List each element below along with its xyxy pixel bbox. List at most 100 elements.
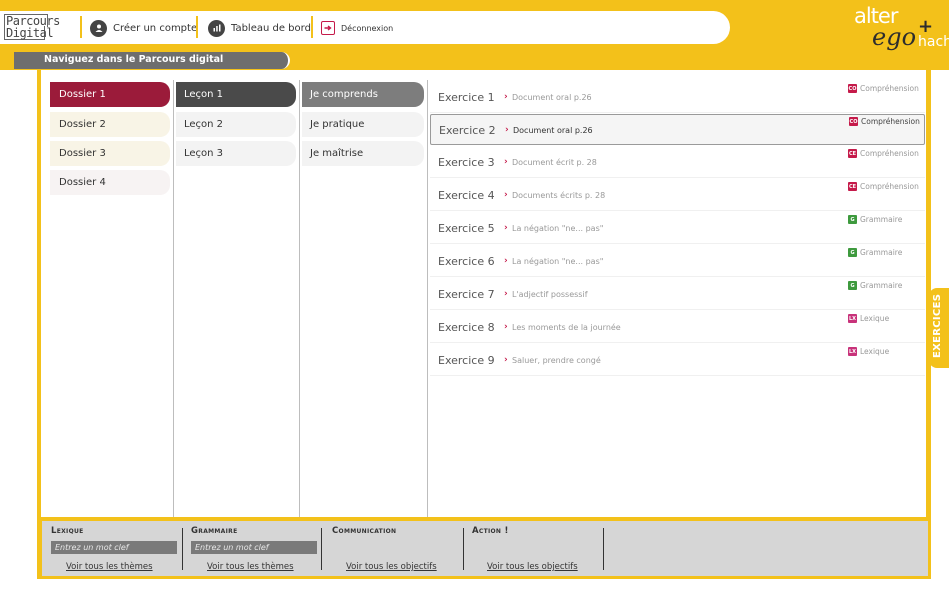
dossier-item-3[interactable]: Dossier 3 xyxy=(50,141,170,166)
niveau-item-je-maitrise[interactable]: Je maîtrise xyxy=(302,141,424,166)
brand-publisher: hachette xyxy=(918,34,949,50)
exercise-title: Document écrit p. 28 xyxy=(512,158,597,167)
dashboard-button[interactable]: Tableau de bord xyxy=(208,18,311,38)
exercise-row-2[interactable]: Exercice 2 › Document oral p.26 CO Compré… xyxy=(430,114,925,145)
grammaire-search-input[interactable] xyxy=(191,541,317,554)
exercise-category-label: Compréhension xyxy=(861,117,920,126)
section-divider xyxy=(603,528,604,570)
niveau-label: Je maîtrise xyxy=(310,148,364,159)
exercise-category-label: Lexique xyxy=(860,347,890,356)
lecon-label: Leçon 3 xyxy=(184,148,224,159)
comprehension-icon: CE xyxy=(848,182,857,191)
exercise-category-label: Compréhension xyxy=(860,84,919,93)
communication-title: Communication xyxy=(332,526,397,536)
exercise-row-1[interactable]: Exercice 1 › Document oral p.26 CO Compré… xyxy=(430,82,925,113)
nav-separator xyxy=(311,16,313,38)
exercise-row-5[interactable]: Exercice 5 › La négation "ne... pas" G Gr… xyxy=(430,213,925,244)
exercise-row-6[interactable]: Exercice 6 › La négation "ne... pas" G Gr… xyxy=(430,246,925,277)
communication-objectives-link[interactable]: Voir tous les objectifs xyxy=(346,562,437,572)
exercise-row-7[interactable]: Exercice 7 › L'adjectif possessif G Gramm… xyxy=(430,279,925,310)
lexique-title: Lexique xyxy=(51,526,84,536)
exercise-row-4[interactable]: Exercice 4 › Documents écrits p. 28 CE Co… xyxy=(430,180,925,211)
create-account-button[interactable]: Créer un compte xyxy=(90,18,197,38)
exercise-category-label: Grammaire xyxy=(860,248,903,257)
niveau-label: Je pratique xyxy=(310,119,365,130)
exercise-category: CO Compréhension xyxy=(848,84,919,93)
exercise-title: Saluer, prendre congé xyxy=(512,356,601,365)
column-divider xyxy=(173,80,174,520)
user-icon xyxy=(90,19,107,37)
niveau-item-je-comprends[interactable]: Je comprends xyxy=(302,82,424,107)
exercise-category: LX Lexique xyxy=(848,314,889,323)
exercise-category-label: Lexique xyxy=(860,314,890,323)
nav-separator xyxy=(196,16,198,38)
lecon-label: Leçon 1 xyxy=(184,89,224,100)
nav-separator xyxy=(80,16,82,38)
lecon-item-2[interactable]: Leçon 2 xyxy=(176,112,296,137)
dashboard-icon xyxy=(208,19,225,37)
exercise-row-9[interactable]: Exercice 9 › Saluer, prendre congé LX Lex… xyxy=(430,345,925,376)
dossier-label: Dossier 2 xyxy=(59,119,106,130)
lexique-icon: LX xyxy=(848,314,857,323)
section-divider xyxy=(321,528,322,570)
parcours-digital-logo[interactable]: Parcours Digital xyxy=(4,14,82,42)
grammaire-icon: G xyxy=(848,248,857,257)
exercise-name: Exercice 7 xyxy=(438,288,495,301)
exercise-title: Document oral p.26 xyxy=(513,126,593,135)
exercices-tab-label: EXERCICES xyxy=(932,293,943,358)
lecon-label: Leçon 2 xyxy=(184,119,224,130)
panel-left-border xyxy=(37,70,41,546)
exercise-category-label: Compréhension xyxy=(860,182,919,191)
chevron-right-icon: › xyxy=(504,355,508,365)
exercise-row-3[interactable]: Exercice 3 › Document écrit p. 28 CE Comp… xyxy=(430,147,925,178)
app-window: Parcours Digital Créer un compte Tableau… xyxy=(0,0,949,595)
create-account-label: Créer un compte xyxy=(113,22,198,34)
logout-button[interactable]: Déconnexion xyxy=(321,18,393,38)
exercise-name: Exercice 5 xyxy=(438,222,495,235)
action-objectives-link[interactable]: Voir tous les objectifs xyxy=(487,562,578,572)
exercise-title: Documents écrits p. 28 xyxy=(512,191,606,200)
grammaire-icon: G xyxy=(848,281,857,290)
action-title: Action ! xyxy=(472,526,509,536)
comprehension-icon: CE xyxy=(848,149,857,158)
dossier-item-2[interactable]: Dossier 2 xyxy=(50,112,170,137)
dossier-label: Dossier 3 xyxy=(59,148,106,159)
exercise-category: G Grammaire xyxy=(848,215,902,224)
communication-section: Communication xyxy=(332,526,396,536)
chevron-right-icon: › xyxy=(504,289,508,299)
exercices-side-tab[interactable]: EXERCICES xyxy=(929,288,949,368)
lexique-themes-link[interactable]: Voir tous les thèmes xyxy=(66,562,153,572)
exercise-title: L'adjectif possessif xyxy=(512,290,588,299)
lexique-search-input[interactable] xyxy=(51,541,177,554)
chevron-right-icon: › xyxy=(504,223,508,233)
chevron-right-icon: › xyxy=(505,125,509,135)
exercise-row-8[interactable]: Exercice 8 › Les moments de la journée L… xyxy=(430,312,925,343)
logout-label: Déconnexion xyxy=(341,23,394,33)
exercise-category: CE Compréhension xyxy=(848,149,919,158)
lexique-icon: LX xyxy=(848,347,857,356)
exercise-name: Exercice 2 xyxy=(439,124,496,137)
chevron-right-icon: › xyxy=(504,157,508,167)
dossier-item-1[interactable]: Dossier 1 xyxy=(50,82,170,107)
exercise-title: Les moments de la journée xyxy=(512,323,621,332)
exercise-category: CE Compréhension xyxy=(848,182,919,191)
exercise-category: LX Lexique xyxy=(848,347,889,356)
exercise-category-label: Compréhension xyxy=(860,149,919,158)
lecon-item-1[interactable]: Leçon 1 xyxy=(176,82,296,107)
niveau-label: Je comprends xyxy=(310,89,378,100)
dashboard-label: Tableau de bord xyxy=(231,22,311,34)
exercise-category-label: Grammaire xyxy=(860,215,903,224)
grammaire-icon: G xyxy=(848,215,857,224)
niveau-item-je-pratique[interactable]: Je pratique xyxy=(302,112,424,137)
grammaire-section: Grammaire xyxy=(191,526,317,554)
dossier-item-4[interactable]: Dossier 4 xyxy=(50,170,170,195)
exercise-name: Exercice 6 xyxy=(438,255,495,268)
lecon-item-3[interactable]: Leçon 3 xyxy=(176,141,296,166)
logout-icon xyxy=(321,21,335,35)
lexique-section: Lexique xyxy=(51,526,177,554)
grammaire-themes-link[interactable]: Voir tous les thèmes xyxy=(207,562,294,572)
logo-text-line2: Digital xyxy=(6,26,54,40)
exercise-category: G Grammaire xyxy=(848,248,902,257)
chevron-right-icon: › xyxy=(504,92,508,102)
column-divider xyxy=(299,80,300,520)
